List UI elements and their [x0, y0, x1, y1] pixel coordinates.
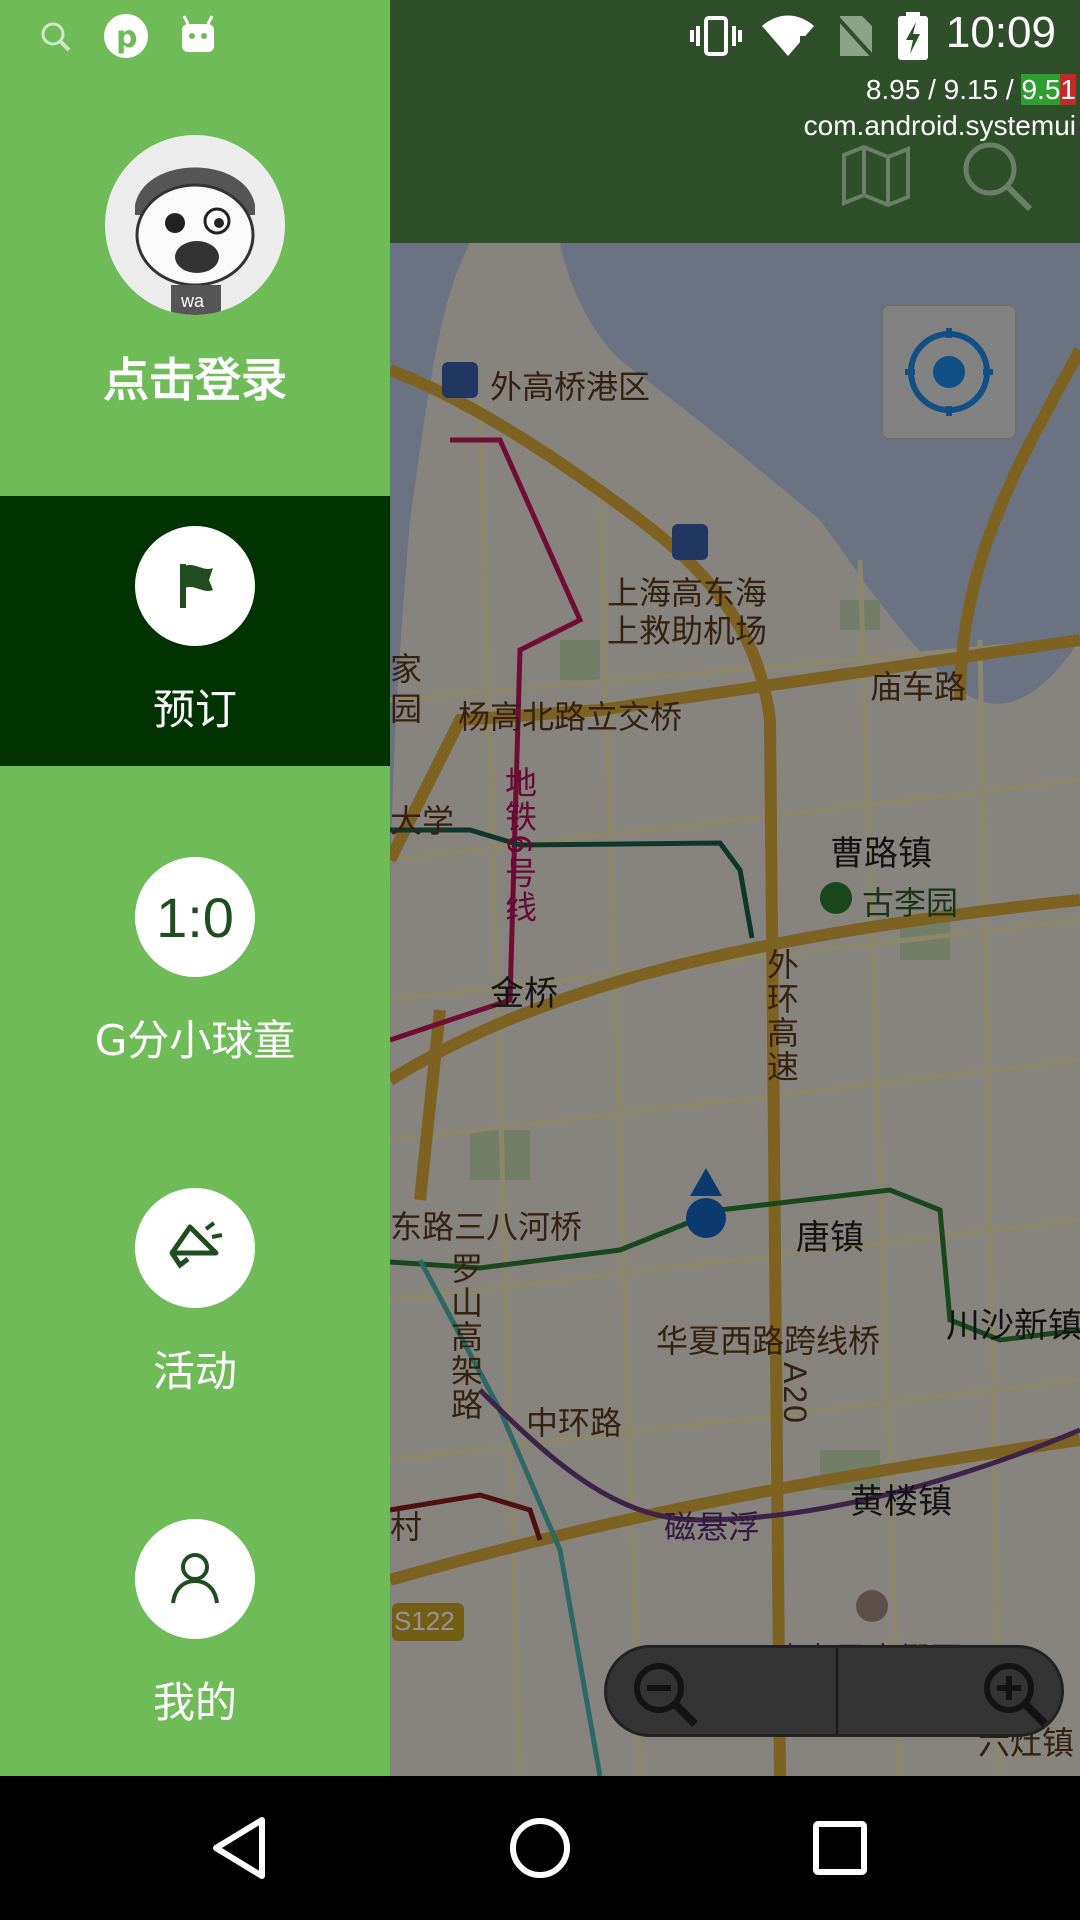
debug-load-line: 8.95 / 9.15 / 9.51 — [804, 72, 1076, 108]
recents-button[interactable] — [800, 1808, 880, 1888]
avatar-cartoon-icon: wa — [105, 135, 285, 315]
menu-icon-circle: 1:0 — [135, 857, 255, 977]
login-label[interactable]: 点击登录 — [0, 344, 390, 410]
menu-item-mine[interactable]: 我的 — [0, 1489, 390, 1759]
no-sim-icon — [834, 14, 876, 60]
debug-load-b: 9.5 — [1021, 74, 1061, 105]
home-button[interactable] — [500, 1808, 580, 1888]
debug-load-a: 8.95 / 9.15 / — [865, 74, 1022, 105]
svg-text:wa: wa — [180, 291, 205, 311]
back-icon — [213, 1817, 265, 1879]
menu-label: G分小球童 — [94, 1016, 296, 1065]
vibrate-icon — [690, 16, 742, 56]
map-icon[interactable] — [836, 135, 916, 215]
svg-text:p: p — [116, 20, 137, 55]
avatar[interactable]: wa — [105, 135, 285, 315]
navigation-bar — [0, 1776, 1080, 1920]
recents-icon — [813, 1821, 867, 1875]
home-icon — [510, 1818, 570, 1878]
debug-process-name: com.android.systemui — [803, 110, 1076, 141]
menu-icon-circle — [135, 1188, 255, 1308]
flag-icon — [180, 564, 213, 608]
menu-item-score[interactable]: 1:0 G分小球童 — [0, 827, 390, 1097]
score-icon: 1:0 — [156, 885, 234, 949]
battery-charging-icon — [898, 12, 928, 60]
menu-label: 活动 — [152, 1347, 237, 1396]
megaphone-icon — [169, 1221, 223, 1269]
wifi-icon — [762, 15, 814, 58]
debug-load-c: 1 — [1060, 74, 1076, 105]
navigation-drawer: wa 点击登录 预订 1:0 G分小球童 活动 我的 — [0, 0, 390, 1776]
android-icon — [182, 15, 214, 52]
status-time: 10:09 — [945, 8, 1056, 57]
menu-icon-circle — [135, 526, 255, 646]
menu-label: 预订 — [152, 685, 237, 734]
search-icon[interactable] — [956, 135, 1036, 215]
pinterest-icon: p — [104, 14, 148, 58]
menu-item-events[interactable]: 活动 — [0, 1158, 390, 1428]
menu-icon-circle — [135, 1519, 255, 1639]
user-icon — [171, 1553, 219, 1604]
menu-item-booking[interactable]: 预订 — [0, 496, 390, 766]
back-button[interactable] — [200, 1808, 280, 1888]
search-icon — [41, 22, 71, 52]
debug-overlay: 8.95 / 9.15 / 9.51 com.android.systemui — [804, 72, 1076, 144]
status-bar: p 10:09 — [0, 0, 1080, 72]
menu-label: 我的 — [152, 1678, 237, 1727]
